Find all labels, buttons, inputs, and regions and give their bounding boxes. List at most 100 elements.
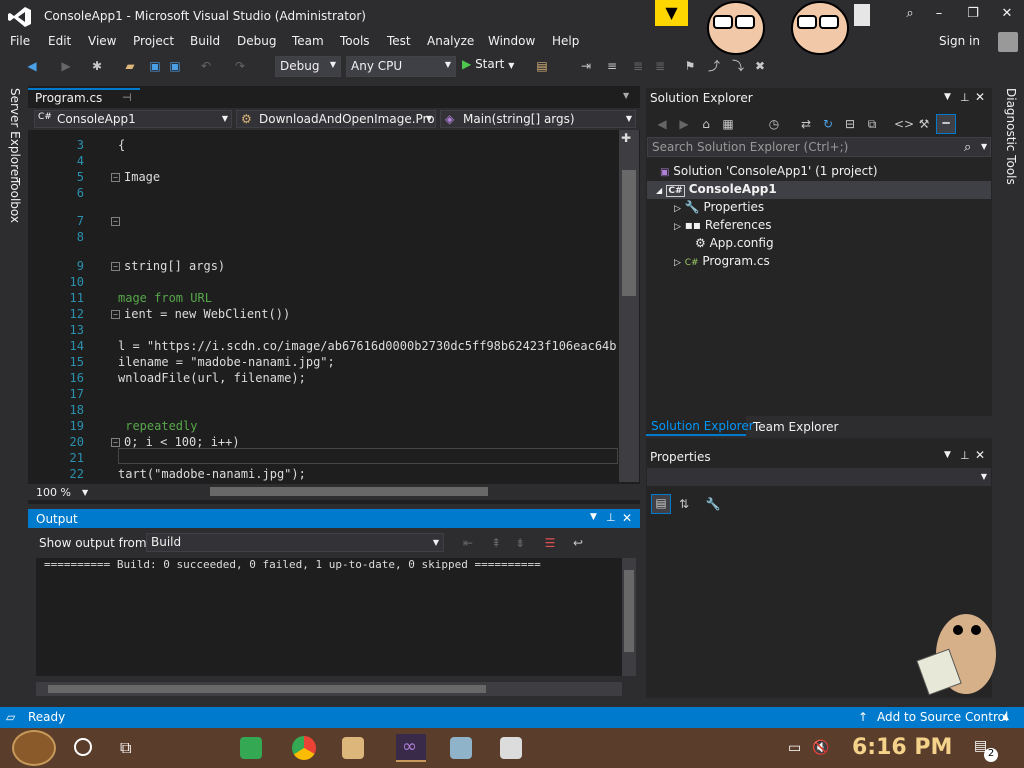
clear-all-icon[interactable]: ☰ [542,535,558,551]
close-icon[interactable]: ✕ [622,511,632,525]
fold-toggle-icon[interactable]: − [111,438,120,447]
menu-view[interactable]: View [88,34,116,48]
window-position-icon[interactable]: ▼ [590,512,597,522]
menu-file[interactable]: File [10,34,30,48]
search-icon[interactable]: ⌕ [900,6,920,22]
property-pages-icon[interactable]: 🔧 [705,496,721,512]
save-icon[interactable]: ▣ [147,58,163,74]
code-area[interactable]: 3 { 4 5 − Image 6 7 − 8 9 − string[] arg… [34,130,618,482]
tab-overflow-icon[interactable]: ▼ [623,91,629,100]
menu-tools[interactable]: Tools [340,34,370,48]
bookmark-icon[interactable]: ⚑ [682,58,698,74]
split-icon[interactable]: ✚ [621,131,631,145]
chevron-down-icon[interactable]: ▼ [82,488,88,497]
categorized-icon[interactable]: ▤ [651,494,671,514]
feedback-filter-icon[interactable]: ▼ [655,0,688,26]
output-horizontal-thumb[interactable] [48,685,486,693]
fold-toggle-icon[interactable]: − [111,310,120,319]
sign-in-link[interactable]: Sign in [939,34,980,48]
chevron-down-icon[interactable]: ▼ [981,142,987,151]
format-icon[interactable]: ≡ [604,58,620,74]
word-wrap-icon[interactable]: ↩ [570,535,586,551]
start-menu-button[interactable] [12,730,56,766]
editor-horizontal-scroll-thumb[interactable] [210,487,488,496]
start-button[interactable]: ▶ Start ▼ [462,57,514,71]
network-icon[interactable]: ▭ [788,740,801,756]
menu-team[interactable]: Team [292,34,324,48]
notes-app-icon[interactable] [240,737,262,759]
project-nav-dropdown[interactable]: C# ConsoleApp1 ▼ [34,110,232,128]
close-button[interactable]: ✕ [997,6,1017,22]
pin-icon[interactable]: ⊥ [960,91,970,104]
preview-selected-icon[interactable]: ━ [936,114,956,134]
photos-icon[interactable] [500,737,522,759]
step-into-icon[interactable]: ⇥ [578,58,594,74]
show-all-files-icon[interactable]: ⧉ [864,116,880,132]
next-message-icon[interactable]: ⇟ [512,535,528,551]
forward-icon[interactable]: ▶ [676,116,692,132]
menu-edit[interactable]: Edit [48,34,71,48]
alphabetical-icon[interactable]: ⇅ [676,496,692,512]
close-icon[interactable]: ✕ [975,90,985,104]
pin-icon[interactable]: ⊣ [122,91,132,104]
pin-icon[interactable]: ⊥ [960,449,970,462]
file-explorer-icon[interactable] [342,737,364,759]
tree-item-references[interactable]: ▷ ▪▪ References [674,218,772,232]
menu-build[interactable]: Build [190,34,220,48]
menu-analyze[interactable]: Analyze [427,34,474,48]
menu-window[interactable]: Window [488,34,535,48]
fold-toggle-icon[interactable]: − [111,262,120,271]
new-project-icon[interactable]: ✱ [89,58,105,74]
fold-toggle-icon[interactable]: − [111,173,120,182]
diagnostic-tools-tab[interactable]: Diagnostic Tools [1004,88,1018,185]
output-scroll-thumb[interactable] [624,570,634,652]
zoom-level[interactable]: 100 % [36,486,71,499]
window-position-icon[interactable]: ▼ [944,92,951,102]
prev-message-icon[interactable]: ⇞ [488,535,504,551]
account-avatar[interactable] [998,32,1018,52]
output-source-dropdown[interactable]: Build ▼ [146,533,444,552]
tab-team-explorer[interactable]: Team Explorer [753,420,839,434]
browse-icon[interactable]: ▤ [534,58,550,74]
task-view-icon[interactable]: ⧉ [120,738,131,758]
menu-test[interactable]: Test [387,34,411,48]
redo-icon[interactable]: ↷ [232,58,248,74]
switch-views-icon[interactable]: ▦ [720,116,736,132]
window-position-icon[interactable]: ▼ [944,450,951,460]
clear-bookmarks-icon[interactable]: ✖ [752,58,768,74]
solution-node[interactable]: ▣ Solution 'ConsoleApp1' (1 project) [660,164,878,178]
view-code-icon[interactable]: <> [894,116,914,132]
pending-changes-icon[interactable]: ◷ [766,116,782,132]
sync-icon[interactable]: ⇄ [798,116,814,132]
comment-icon[interactable]: ≣ [630,58,646,74]
app-icon[interactable] [450,737,472,759]
back-icon[interactable]: ◀ [24,58,40,74]
search-circle-icon[interactable] [74,738,92,756]
open-file-icon[interactable]: ▰ [122,58,138,74]
pin-icon[interactable]: ⊥ [606,511,616,524]
uncomment-icon[interactable]: ≣ [652,58,668,74]
minimize-button[interactable]: – [929,6,949,22]
prev-bookmark-icon[interactable]: ⤴ [706,58,722,74]
home-icon[interactable]: ⌂ [698,116,714,132]
editor-vertical-scroll-thumb[interactable] [622,170,636,296]
project-node[interactable]: ◢ C# ConsoleApp1 [656,182,777,197]
save-all-icon[interactable]: ▣ [167,58,183,74]
toolbox-tab[interactable]: Toolbox [8,178,22,223]
menu-debug[interactable]: Debug [237,34,276,48]
solution-search-input[interactable]: Search Solution Explorer (Ctrl+;) [647,137,991,157]
next-bookmark-icon[interactable]: ⤵ [730,58,746,74]
add-to-source-control-button[interactable]: Add to Source Control [877,710,1008,724]
properties-object-dropdown[interactable]: ▼ [647,468,991,486]
volume-muted-icon[interactable]: 🔇 [812,740,829,756]
close-icon[interactable]: ✕ [975,448,985,462]
collapse-all-icon[interactable]: ⊟ [842,116,858,132]
search-icon[interactable]: ⌕ [964,140,971,155]
visual-studio-taskbar-icon[interactable]: ∞ [396,734,426,762]
back-icon[interactable]: ◀ [654,116,670,132]
solution-configuration-dropdown[interactable]: Debug ▼ [275,56,341,77]
solution-platform-dropdown[interactable]: Any CPU ▼ [346,56,456,77]
tree-item-program-cs[interactable]: ▷ C# Program.cs [674,254,770,268]
undo-icon[interactable]: ↶ [198,58,214,74]
tree-item-properties[interactable]: ▷ 🔧 Properties [674,200,764,214]
